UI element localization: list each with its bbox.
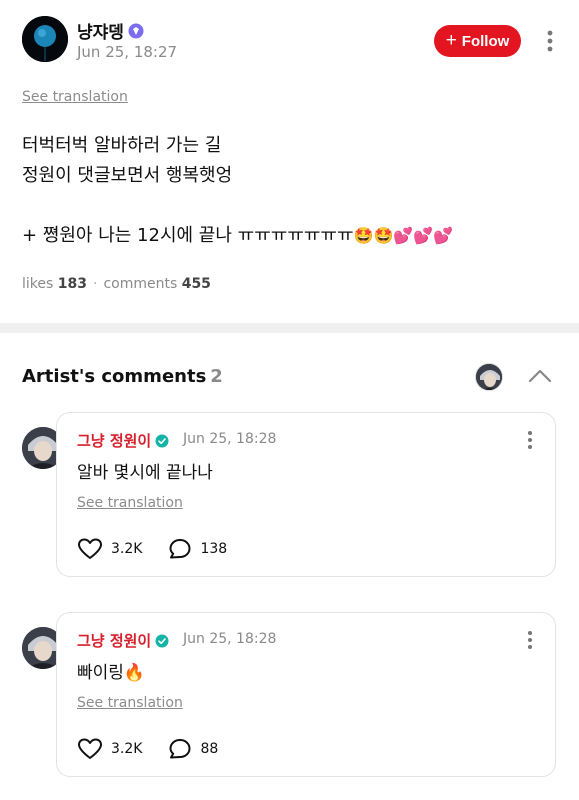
more-vertical-icon[interactable]: [525, 629, 535, 651]
comments-label: comments: [103, 276, 178, 292]
artist-portrait-image: [476, 364, 502, 390]
speech-bubble-icon: [169, 739, 191, 759]
comment-author-name: 그냥 정원이: [77, 632, 152, 650]
comments-count: 455: [181, 276, 211, 292]
artist-comment-card: 그냥 정원이 Jun 25, 18:28 알바 몇시에 끝나나 See tran…: [56, 412, 556, 577]
comment-text: 빠이링🔥: [77, 663, 146, 683]
chevron-up-icon[interactable]: [527, 366, 553, 386]
balloon-avatar-image: [22, 16, 68, 62]
likes-stat[interactable]: likes 183: [22, 276, 87, 292]
more-vertical-icon[interactable]: [544, 27, 556, 55]
follow-label: Follow: [461, 32, 510, 50]
post-line: 정원이 댓글보면서 행복햇엉: [22, 165, 233, 186]
comment-see-translation-link[interactable]: See translation: [77, 695, 183, 711]
verified-check-icon: [155, 634, 169, 647]
like-count: 3.2K: [111, 741, 143, 757]
artist-mini-avatar[interactable]: [475, 363, 503, 391]
comments-stat[interactable]: comments 455: [103, 276, 211, 292]
post-body: 터벅터벅 알바하러 가는 길 정원이 댓글보면서 행복햇엉 + 쪙원아 나는 1…: [22, 131, 453, 251]
comment-see-translation-link[interactable]: See translation: [77, 495, 183, 511]
post-timestamp: Jun 25, 18:27: [77, 43, 178, 61]
more-vertical-icon[interactable]: [525, 429, 535, 451]
artist-comments-title: Artist's comments 2: [22, 366, 223, 387]
follow-button[interactable]: + Follow: [434, 25, 521, 57]
comment-author[interactable]: 그냥 정원이: [77, 430, 169, 451]
section-divider: [0, 323, 579, 333]
stat-separator: ·: [92, 276, 98, 292]
post-line: 터벅터벅 알바하러 가는 길: [22, 135, 222, 156]
heart-outline-icon: [78, 738, 102, 759]
post-emojis: 🤩🤩💕💕💕: [353, 226, 454, 245]
like-button[interactable]: 3.2K: [77, 738, 142, 760]
comment-author[interactable]: 그냥 정원이: [77, 630, 169, 651]
artist-comments-title-text: Artist's comments: [22, 366, 207, 387]
likes-label: likes: [22, 276, 54, 292]
author-name-text: 냥쟈뎅: [77, 23, 124, 43]
reply-button[interactable]: 138: [168, 538, 227, 560]
plus-icon: +: [445, 29, 457, 51]
comment-timestamp: Jun 25, 18:28: [183, 631, 277, 647]
like-count: 3.2K: [111, 541, 143, 557]
post-line: + 쪙원아 나는 12시에 끝나 ㅠㅠㅠㅠㅠㅠㅠ🤩🤩💕💕💕: [22, 221, 453, 251]
comment-actions: 3.2K 138: [77, 538, 227, 560]
comment-timestamp: Jun 25, 18:28: [183, 431, 277, 447]
like-button[interactable]: 3.2K: [77, 538, 142, 560]
post-line-text: + 쪙원아 나는 12시에 끝나 ㅠㅠㅠㅠㅠㅠㅠ: [22, 225, 354, 246]
verified-diamond-icon: [128, 23, 144, 38]
reply-button[interactable]: 88: [168, 738, 218, 760]
comment-author-name: 그냥 정원이: [77, 432, 152, 450]
post-header: 냥쟈뎅 Jun 25, 18:27 + Follow: [22, 16, 562, 66]
verified-check-icon: [155, 434, 169, 447]
reply-count: 88: [200, 741, 219, 757]
heart-outline-icon: [78, 538, 102, 559]
post-stats: likes 183 · comments 455: [22, 276, 211, 292]
speech-bubble-icon: [169, 539, 191, 559]
post-see-translation-link[interactable]: See translation: [22, 89, 128, 105]
likes-count: 183: [57, 276, 87, 292]
author-avatar[interactable]: [22, 16, 68, 62]
artist-comments-count: 2: [210, 366, 223, 387]
comment-text: 알바 몇시에 끝나나: [77, 463, 213, 483]
artist-comment-card: 그냥 정원이 Jun 25, 18:28 빠이링🔥 See translatio…: [56, 612, 556, 777]
reply-count: 138: [200, 541, 228, 557]
author-name[interactable]: 냥쟈뎅: [77, 18, 144, 43]
comment-actions: 3.2K 88: [77, 738, 218, 760]
